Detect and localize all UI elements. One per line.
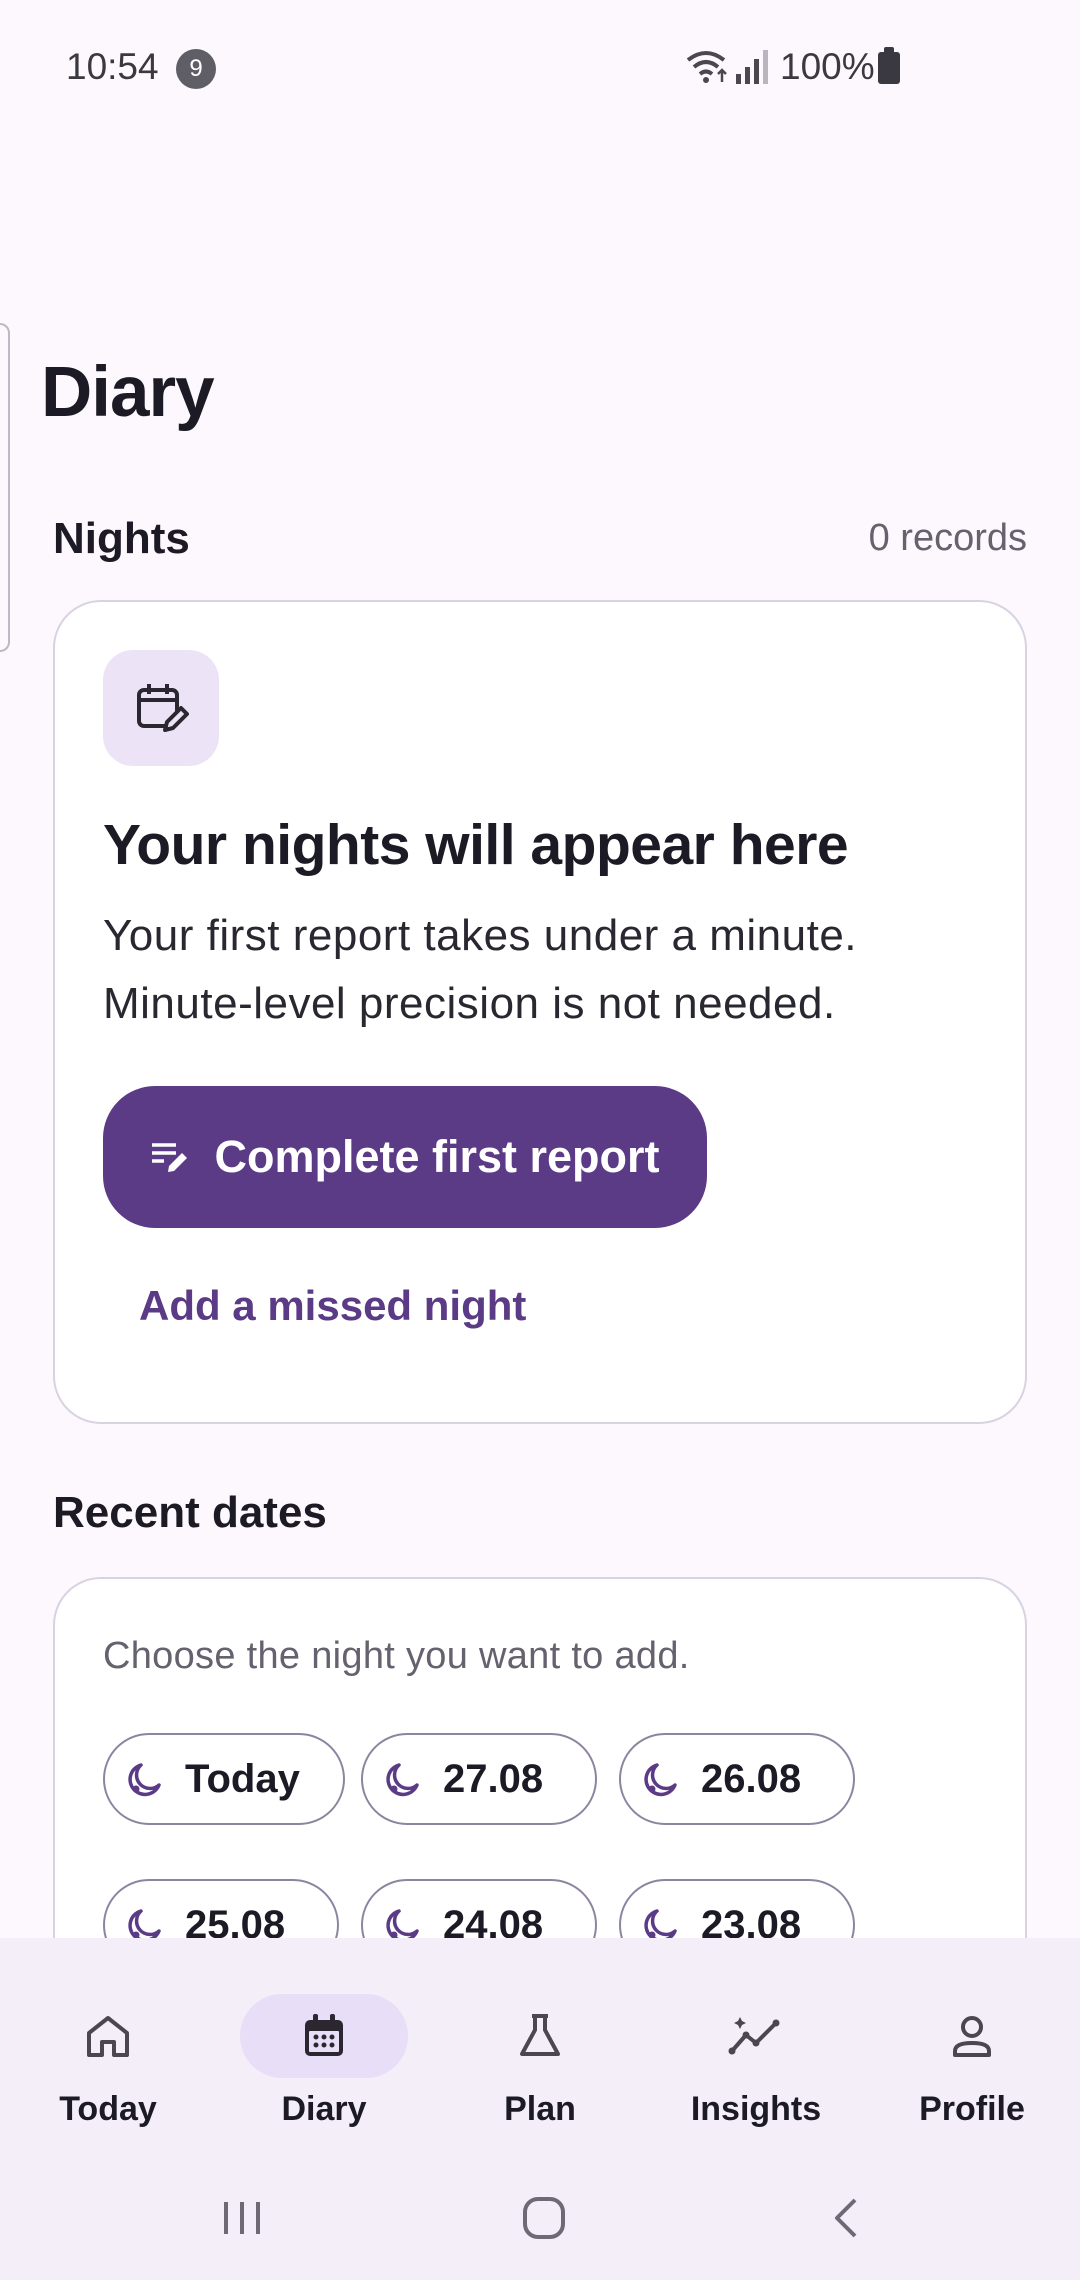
calendar-icon [305, 2014, 343, 2056]
home-icon [87, 2016, 129, 2057]
date-chip-27-08[interactable]: 27.08 [361, 1733, 597, 1825]
status-time: 10:54 [66, 46, 159, 87]
date-chip-label: Today [185, 1756, 300, 1801]
complete-first-report-label: Complete first report [214, 1131, 660, 1182]
battery-percentage: 100% [780, 46, 875, 87]
recent-dates-hint: Choose the night you want to add. [103, 1635, 690, 1677]
empty-state-heading: Your nights will appear here [103, 813, 849, 877]
page-title: Diary [41, 353, 215, 432]
moon-icon [644, 1763, 677, 1797]
flask-icon [520, 2014, 560, 2056]
notification-badge: 9 [176, 49, 216, 89]
home-circle-icon [523, 2197, 565, 2239]
records-count: 0 records [868, 517, 1027, 559]
nav-item-plan[interactable]: Plan [432, 1958, 648, 2138]
battery-icon [878, 47, 900, 84]
back-icon [835, 2198, 857, 2238]
nav-item-insights[interactable]: Insights [648, 1958, 864, 2138]
insights-icon [728, 2017, 780, 2055]
add-missed-night-button[interactable]: Add a missed night [139, 1282, 526, 1330]
status-bar: 10:54 9 100% [0, 0, 1080, 134]
nights-empty-card: Your nights will appear here Your first … [53, 600, 1027, 1424]
nav-label-diary: Diary [281, 2090, 367, 2128]
date-chip-label: 26.08 [701, 1756, 802, 1801]
nav-item-profile[interactable]: Profile [864, 1958, 1080, 2138]
nav-item-today[interactable]: Today [0, 1958, 216, 2138]
moon-icon [128, 1763, 161, 1797]
back-button[interactable] [806, 2178, 886, 2258]
date-chip-today[interactable]: Today [103, 1733, 345, 1825]
nav-item-diary[interactable]: Diary [216, 1958, 432, 2138]
edit-note-icon [152, 1143, 188, 1172]
nav-label-insights: Insights [690, 2090, 822, 2128]
bottom-navigation: Today Diary Plan Insights Profile [0, 1938, 1080, 2148]
home-button[interactable] [504, 2178, 584, 2258]
nav-label-today: Today [59, 2090, 157, 2128]
date-chip-label: 27.08 [443, 1756, 544, 1801]
recent-dates-section-title: Recent dates [53, 1488, 327, 1537]
complete-first-report-button[interactable]: Complete first report [103, 1086, 707, 1228]
nav-label-profile: Profile [919, 2090, 1025, 2128]
recents-icon [224, 2202, 260, 2234]
calendar-edit-icon [103, 650, 219, 766]
signal-icon [736, 50, 768, 84]
recents-button[interactable] [202, 2178, 282, 2258]
nav-label-plan: Plan [504, 2090, 576, 2128]
empty-state-body: Your first report takes under a minute. … [103, 911, 858, 1028]
wifi-icon [686, 51, 727, 83]
system-navigation-bar [0, 2148, 1080, 2280]
person-icon [953, 2016, 991, 2057]
moon-icon [386, 1763, 419, 1797]
nights-section-title: Nights [53, 514, 190, 563]
edge-panel-handle[interactable] [0, 323, 10, 652]
date-chip-26-08[interactable]: 26.08 [619, 1733, 855, 1825]
